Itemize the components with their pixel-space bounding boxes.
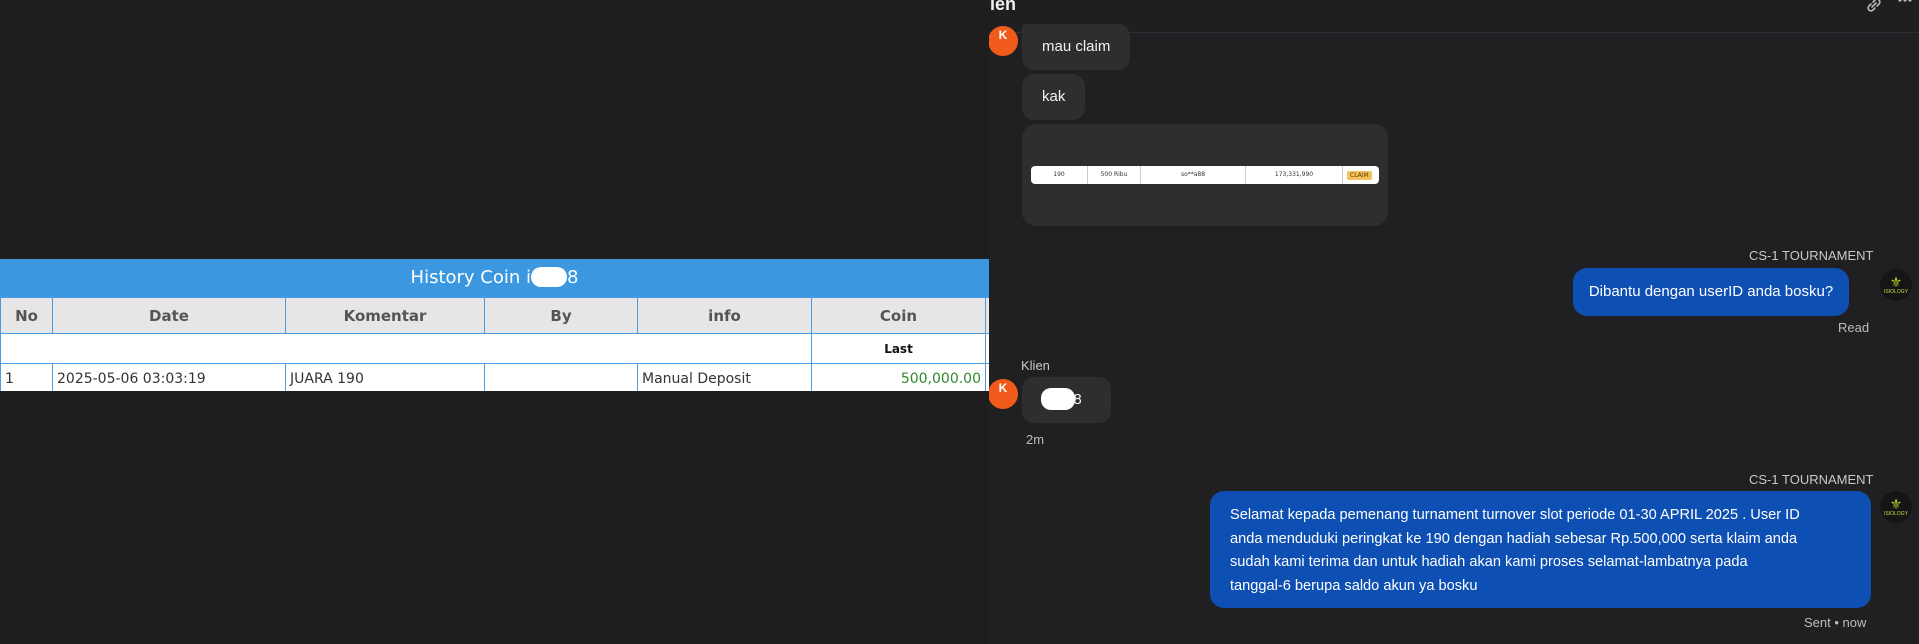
- message-line: Selamat kepada pemenang turnament turnov…: [1230, 507, 1800, 523]
- client-name-label: Klien: [1021, 358, 1050, 373]
- attachment-cell: 173,331,990: [1246, 166, 1343, 184]
- subheader-last: Last: [811, 333, 986, 364]
- attachment-cell: 190: [1031, 166, 1088, 184]
- agent-avatar-text: ISIOLOGY: [1884, 289, 1908, 295]
- chat-panel: lien K mau claim kak 190 500 Ribu so**a8…: [989, 0, 1919, 644]
- incoming-message[interactable]: kak: [1022, 74, 1086, 120]
- attachment-claim-button: CLAIM: [1347, 170, 1372, 180]
- client-id-suffix: 8: [1073, 391, 1082, 408]
- link-icon[interactable]: [1865, 0, 1883, 19]
- message-time: 2m: [1026, 432, 1045, 447]
- agent-logo-icon: ⚜: [1889, 496, 1903, 512]
- chat-header: lien: [989, 0, 1919, 33]
- attachment-cell: so**a88: [1141, 166, 1246, 184]
- col-header-no[interactable]: No: [0, 297, 53, 334]
- col-header-info[interactable]: info: [637, 297, 812, 334]
- incoming-message[interactable]: mau claim: [1022, 24, 1131, 70]
- message-status-sent: Sent • now: [1804, 615, 1867, 630]
- incoming-message[interactable]: i8: [1022, 377, 1111, 423]
- cell-komentar: JUARA 190: [285, 363, 485, 391]
- message-line: anda menduduki peringkat ke 190 dengan h…: [1230, 530, 1798, 547]
- message-status-read: Read: [1838, 320, 1870, 335]
- table-row[interactable]: 1 2025-05-06 03:03:19 JUARA 190 Manual D…: [0, 363, 989, 391]
- history-title-prefix: History Coin i: [410, 267, 532, 288]
- agent-avatar[interactable]: ⚜ ISIOLOGY: [1880, 491, 1912, 523]
- cell-info: Manual Deposit: [637, 363, 812, 391]
- redaction-blob: [531, 266, 568, 287]
- subheader-spacer: [0, 333, 812, 364]
- col-header-komentar[interactable]: Komentar: [285, 297, 485, 334]
- attachment-image-strip: 190 500 Ribu so**a88 173,331,990 CLAIM: [1031, 166, 1379, 184]
- col-header-coin[interactable]: Coin: [811, 297, 986, 334]
- client-avatar[interactable]: K: [989, 379, 1018, 409]
- image-attachment[interactable]: 190 500 Ribu so**a88 173,331,990 CLAIM: [1022, 124, 1388, 226]
- client-avatar[interactable]: K: [989, 26, 1018, 56]
- outgoing-message[interactable]: Dibantu dengan userID anda bosku?: [1573, 268, 1849, 316]
- agent-logo-icon: ⚜: [1889, 274, 1903, 290]
- col-header-date[interactable]: Date: [52, 297, 286, 334]
- history-coin-panel: History Coin i 8 No Date Komentar By info…: [0, 259, 989, 391]
- agent-name-label: CS-1 TOURNAMENT: [1749, 248, 1874, 263]
- outgoing-message[interactable]: Selamat kepada pemenang turnament turnov…: [1210, 491, 1871, 608]
- message-line: sudah kami terima dan untuk hadiah akan …: [1230, 554, 1748, 570]
- cell-date: 2025-05-06 03:03:19: [52, 363, 286, 391]
- agent-avatar-text: ISIOLOGY: [1884, 511, 1908, 517]
- redaction-blob: [1041, 387, 1076, 410]
- table-header-row: No Date Komentar By info Coin: [0, 297, 989, 334]
- cell-by: [484, 363, 638, 391]
- agent-avatar[interactable]: ⚜ ISIOLOGY: [1880, 269, 1912, 301]
- attachment-cell: 500 Ribu: [1088, 166, 1141, 184]
- chat-title: lien: [989, 0, 1017, 14]
- history-title-suffix: 8: [567, 267, 579, 288]
- more-icon[interactable]: [1898, 0, 1912, 19]
- table-subheader-row: Last: [0, 333, 989, 364]
- message-line: tanggal-6 berupa saldo akun ya bosku: [1230, 577, 1478, 594]
- col-header-by[interactable]: By: [484, 297, 638, 334]
- left-pane: History Coin i 8 No Date Komentar By info…: [0, 0, 989, 644]
- history-table: No Date Komentar By info Coin Last 1 202…: [0, 297, 989, 391]
- history-title: History Coin i 8: [0, 259, 989, 297]
- agent-name-label: CS-1 TOURNAMENT: [1749, 472, 1874, 487]
- cell-coin: 500,000.00: [811, 363, 986, 391]
- cell-no: 1: [0, 363, 53, 391]
